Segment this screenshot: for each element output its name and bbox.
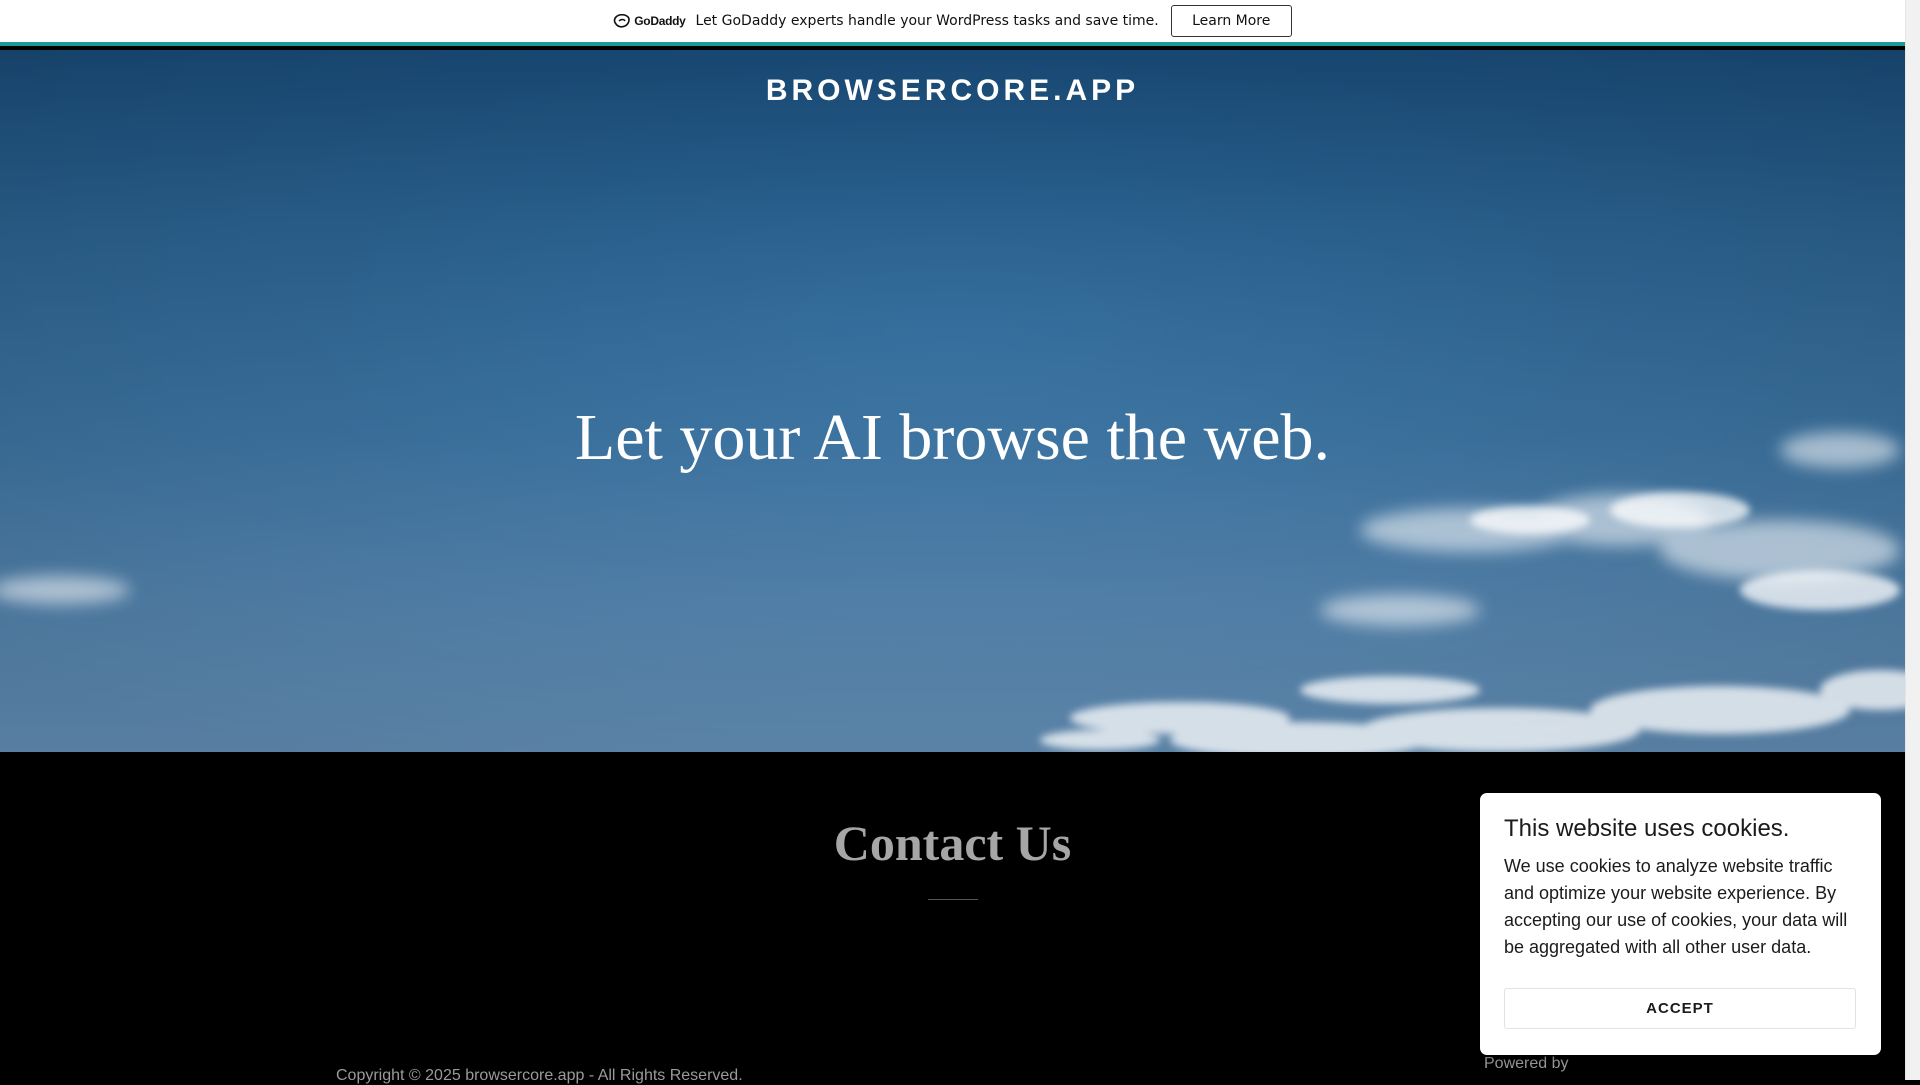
site-title[interactable]: BROWSERCORE.APP	[0, 74, 1905, 108]
cookie-consent-panel: This website uses cookies. We use cookie…	[1480, 793, 1881, 1055]
godaddy-logo: GoDaddy	[613, 14, 686, 28]
learn-more-button[interactable]: Learn More	[1170, 5, 1292, 37]
section-divider	[928, 899, 978, 900]
powered-by-text: Powered by	[1484, 1055, 1569, 1072]
promo-message: Let GoDaddy experts handle your WordPres…	[695, 13, 1159, 29]
cookie-body: We use cookies to analyze website traffi…	[1504, 856, 1848, 957]
hero-section: BROWSERCORE.APP Let your AI browse the w…	[0, 50, 1905, 752]
copyright-text: Copyright © 2025 browsercore.app - All R…	[336, 1067, 743, 1084]
promo-banner: GoDaddy Let GoDaddy experts handle your …	[0, 0, 1905, 46]
cookie-title: This website uses cookies.	[1504, 815, 1790, 842]
page-scrollbar[interactable]	[1905, 0, 1920, 1080]
accept-cookies-button[interactable]: ACCEPT	[1504, 988, 1856, 1029]
godaddy-logo-icon	[613, 14, 631, 28]
hero-heading: Let your AI browse the web.	[574, 401, 1331, 474]
godaddy-logo-text: GoDaddy	[634, 14, 686, 28]
